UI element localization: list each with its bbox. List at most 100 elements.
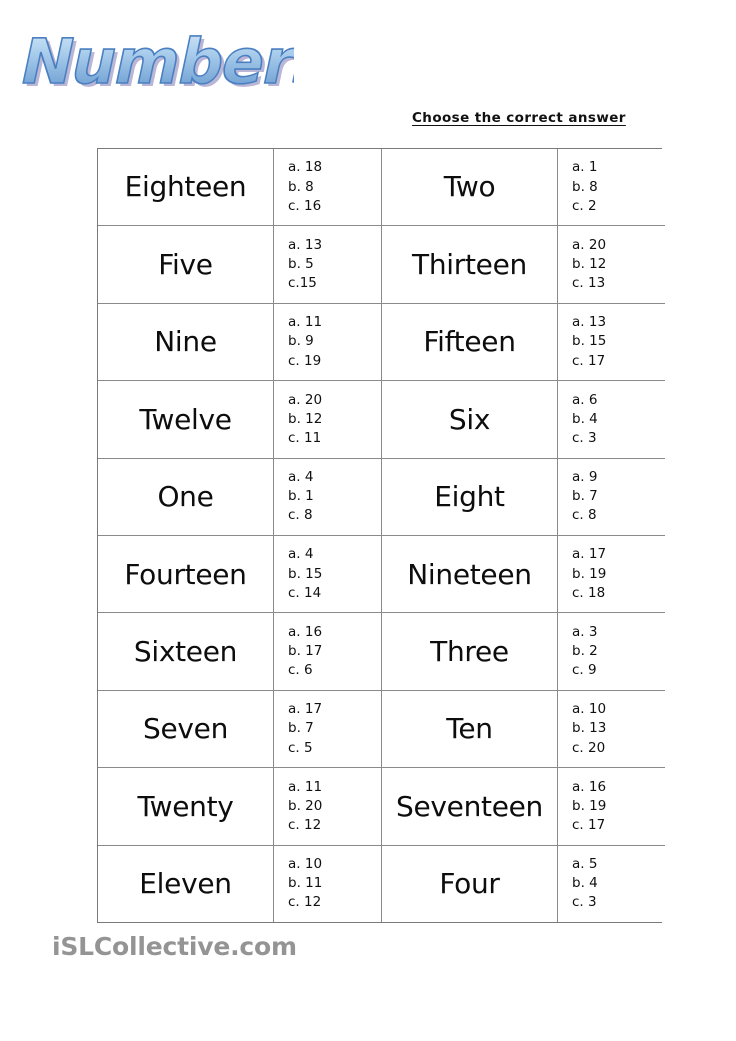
answer-option[interactable]: a. 11 [288, 313, 381, 332]
options-cell-left: a. 16 b. 17 c. 6 [273, 612, 382, 691]
answer-option[interactable]: c. 8 [288, 506, 381, 525]
answer-option[interactable]: b. 7 [288, 719, 381, 738]
answer-option[interactable]: b. 17 [288, 642, 381, 661]
answer-option[interactable]: a. 13 [288, 236, 381, 255]
table-row: Sixteen a. 16 b. 17 c. 6 Three a. 3 b. 2 c. 9 [98, 612, 665, 691]
answer-option[interactable]: a. 20 [288, 391, 381, 410]
title-main-layer: Numbers [14, 26, 294, 98]
answer-option[interactable]: c. 8 [572, 506, 665, 525]
answer-option[interactable]: b. 4 [572, 410, 665, 429]
answer-option[interactable]: c. 12 [288, 816, 381, 835]
answer-option[interactable]: c. 3 [572, 893, 665, 912]
answer-option[interactable]: a. 16 [288, 623, 381, 642]
answer-option[interactable]: a. 20 [572, 236, 665, 255]
word-cell-right: Two [381, 149, 558, 227]
answer-option[interactable]: a. 17 [288, 700, 381, 719]
answer-option[interactable]: a. 16 [572, 778, 665, 797]
answer-option[interactable]: b. 15 [572, 332, 665, 351]
table-row: Nine a. 11 b. 9 c. 19 Fifteen a. 13 b. 15 c. 17 [98, 302, 665, 382]
answer-option[interactable]: c. 9 [572, 661, 665, 680]
number-word: Eight [434, 480, 505, 514]
answer-option[interactable]: a. 3 [572, 623, 665, 642]
answer-option[interactable]: c. 16 [288, 197, 381, 216]
number-word: Five [158, 247, 213, 281]
options-cell-right: a. 5 b. 4 c. 3 [557, 844, 665, 922]
site-watermark: iSLCollective.com [52, 932, 297, 961]
answer-option[interactable]: c. 3 [572, 429, 665, 448]
options-cell-left: a. 17 b. 7 c. 5 [273, 689, 382, 769]
answer-option[interactable]: b. 2 [572, 642, 665, 661]
answer-options-list: a. 17 b. 7 c. 5 [274, 698, 381, 759]
answer-option[interactable]: a. 11 [288, 778, 381, 797]
answer-options-list: a. 5 b. 4 c. 3 [558, 853, 665, 914]
answer-options-list: a. 11 b. 9 c. 19 [274, 311, 381, 372]
answer-option[interactable]: c. 17 [572, 816, 665, 835]
answer-option[interactable]: a. 17 [572, 545, 665, 564]
options-cell-right: a. 20 b. 12 c. 13 [557, 225, 665, 304]
answer-option[interactable]: b. 4 [572, 874, 665, 893]
answer-option[interactable]: a. 18 [288, 158, 381, 177]
table-row: Twenty a. 11 b. 20 c. 12 Seventeen a. 16 b. 19… [98, 767, 665, 846]
answer-option[interactable]: c. 2 [572, 197, 665, 216]
worksheet-table-container: Eighteen a. 18 b. 8 c. 16 Two a. 1 b. 8 c. 2 Fiv… [97, 148, 665, 923]
answer-option[interactable]: b. 15 [288, 565, 381, 584]
options-cell-left: a. 11 b. 9 c. 19 [273, 302, 382, 382]
answer-option[interactable]: a. 4 [288, 545, 381, 564]
answer-option[interactable]: b. 8 [572, 178, 665, 197]
answer-option[interactable]: a. 13 [572, 313, 665, 332]
answer-option[interactable]: a. 5 [572, 855, 665, 874]
word-cell-right: Four [381, 844, 558, 922]
options-cell-right: a. 9 b. 7 c. 8 [557, 457, 665, 536]
answer-option[interactable]: c. 13 [572, 274, 665, 293]
answer-option[interactable]: a. 10 [288, 855, 381, 874]
answer-options-list: a. 10 b. 11 c. 12 [274, 853, 381, 914]
answer-option[interactable]: b. 11 [288, 874, 381, 893]
word-cell-left: Fourteen [98, 534, 274, 614]
answer-option[interactable]: c. 12 [288, 893, 381, 912]
answer-option[interactable]: b. 20 [288, 797, 381, 816]
table-row: Five a. 13 b. 5 c.15 Thirteen a. 20 b. 12 c. 13 [98, 225, 665, 304]
answer-option[interactable]: a. 9 [572, 468, 665, 487]
word-cell-left: Nine [98, 302, 274, 382]
answer-option[interactable]: a. 4 [288, 468, 381, 487]
word-cell-right: Thirteen [381, 225, 558, 304]
answer-option[interactable]: c. 20 [572, 739, 665, 758]
number-word: Two [443, 170, 496, 204]
answer-option[interactable]: b. 1 [288, 487, 381, 506]
answer-options-list: a. 20 b. 12 c. 11 [274, 389, 381, 450]
answer-option[interactable]: b. 7 [572, 487, 665, 506]
answer-option[interactable]: b. 8 [288, 178, 381, 197]
answer-option[interactable]: b. 19 [572, 797, 665, 816]
answer-options-list: a. 18 b. 8 c. 16 [274, 156, 381, 217]
options-cell-right: a. 1 b. 8 c. 2 [557, 149, 665, 227]
answer-option[interactable]: c. 19 [288, 352, 381, 371]
answer-option[interactable]: b. 12 [572, 255, 665, 274]
number-word: Four [439, 867, 500, 901]
answer-option[interactable]: b. 9 [288, 332, 381, 351]
answer-option[interactable]: c. 14 [288, 584, 381, 603]
options-cell-left: a. 4 b. 1 c. 8 [273, 457, 382, 536]
answer-option[interactable]: c. 11 [288, 429, 381, 448]
answer-option[interactable]: b. 12 [288, 410, 381, 429]
number-word: One [157, 480, 214, 514]
questions-table: Eighteen a. 18 b. 8 c. 16 Two a. 1 b. 8 c. 2 Fiv… [98, 149, 665, 922]
table-row: Seven a. 17 b. 7 c. 5 Ten a. 10 b. 13 c. 20 [98, 689, 665, 769]
answer-option[interactable]: b. 5 [288, 255, 381, 274]
options-cell-right: a. 3 b. 2 c. 9 [557, 612, 665, 691]
word-cell-left: Twelve [98, 380, 274, 459]
answer-option[interactable]: c.15 [288, 274, 381, 293]
answer-option[interactable]: b. 19 [572, 565, 665, 584]
word-cell-left: Eleven [98, 844, 274, 922]
answer-options-list: a. 13 b. 5 c.15 [274, 234, 381, 295]
number-word: Ten [446, 712, 493, 746]
answer-options-list: a. 4 b. 1 c. 8 [274, 466, 381, 527]
answer-option[interactable]: b. 13 [572, 719, 665, 738]
answer-option[interactable]: c. 17 [572, 352, 665, 371]
answer-option[interactable]: c. 6 [288, 661, 381, 680]
answer-option[interactable]: c. 18 [572, 584, 665, 603]
answer-option[interactable]: a. 10 [572, 700, 665, 719]
number-word: Eleven [139, 867, 232, 901]
answer-option[interactable]: a. 6 [572, 391, 665, 410]
answer-option[interactable]: c. 5 [288, 739, 381, 758]
answer-option[interactable]: a. 1 [572, 158, 665, 177]
